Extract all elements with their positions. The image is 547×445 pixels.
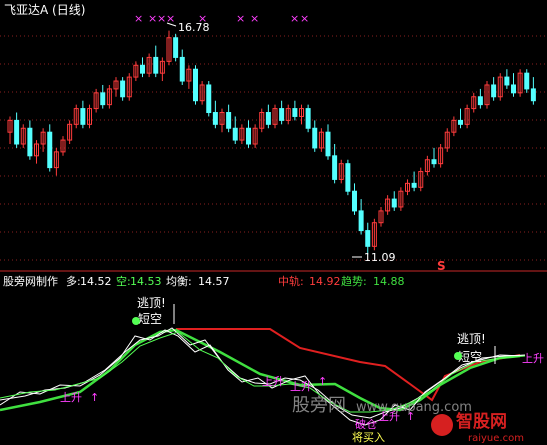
candle-body [193,68,198,102]
candle-body [345,163,351,192]
x-marker: × [250,12,259,25]
chart-title: 飞亚达A (日线) [4,3,85,17]
candle-body [226,112,232,129]
candle-body [173,37,179,58]
candle-body [312,127,318,149]
candle-body [391,198,397,208]
duo-label: 多: [66,274,81,288]
junheng-label: 均衡: [166,275,192,288]
candle-body [511,84,516,94]
logo-icon [431,414,453,436]
candle-body [246,127,251,145]
x-marker: × [134,12,143,25]
shangsheng-signal-5: 上升 [522,352,544,365]
candle-body [477,96,483,106]
qushi-value: 14.88 [373,275,405,288]
taoding-signal-1: 逃顶! [137,296,166,310]
candle-body [206,84,212,114]
candle-body [265,112,271,125]
candle-body [100,92,106,106]
kong-label: 空: [116,274,131,288]
indicator-source: 股旁网制作 [3,274,58,288]
watermark-site-url: www.gupang.com [356,400,472,415]
candle-body [524,72,530,90]
buy-dot-2 [454,352,462,360]
zhonggui-label: 中轨: [278,274,304,288]
candle-body [153,56,159,74]
shangsheng-signal-3: 上升 [290,380,312,393]
candle-body [504,76,510,86]
duo-value: 14.52 [80,275,112,288]
candle-body [411,182,417,188]
x-marker: × [290,12,299,25]
candle-body [14,119,20,145]
x-marker: × [300,12,309,25]
x-marker: × [157,12,166,25]
taoding-signal-2: 逃顶! [457,332,486,346]
low-label: 11.09 [364,251,396,264]
candle-body [358,210,364,232]
candle-body [325,131,331,157]
qushi-label: 趋势: [341,275,367,288]
shangsheng-signal-1: 上升 [60,391,82,404]
x-marker: × [148,12,157,25]
logo-text: 智股网 [456,411,507,432]
jiangmairu-signal: 将买入 [352,431,385,444]
candle-body [120,80,126,98]
zhonggui-value: 14.92 [309,275,341,288]
candle-body [365,230,371,247]
up-arrow-1: ↑ [90,391,99,404]
candle-body [27,127,33,157]
kong-value: 14.53 [130,275,162,288]
candle-body [305,108,311,129]
candle-body [332,155,338,180]
chart-canvas[interactable]: 飞亚达A (日线) × × × × × × × × × 16.78 11.09 S 股旁网制作 … [0,0,547,445]
duankong-signal-1: 短空 [138,312,162,326]
candle-body [491,84,497,98]
candle-body [232,127,238,141]
candle-body [140,64,145,74]
buy-dot-1 [132,317,140,325]
candle-body [530,88,536,102]
candle-body [212,112,218,125]
x-marker: × [236,12,245,25]
candle-body [431,159,437,165]
logo-url: raiyue.com [468,433,524,444]
up-arrow-2: ↑ [318,375,327,388]
high-label: 16.78 [178,21,210,34]
candle-body [292,108,298,117]
watermark-site-name: 股旁网 [292,395,346,416]
candle-body [80,108,86,125]
candle-body [179,56,185,82]
pocang-signal: 破仓 [355,417,377,431]
candle-body [458,119,463,125]
candle-body [352,190,357,212]
candle-body [279,108,285,121]
shangsheng-signal-2: 上升 [262,375,284,388]
candle-body [47,131,53,169]
junheng-value: 14.57 [198,275,230,288]
